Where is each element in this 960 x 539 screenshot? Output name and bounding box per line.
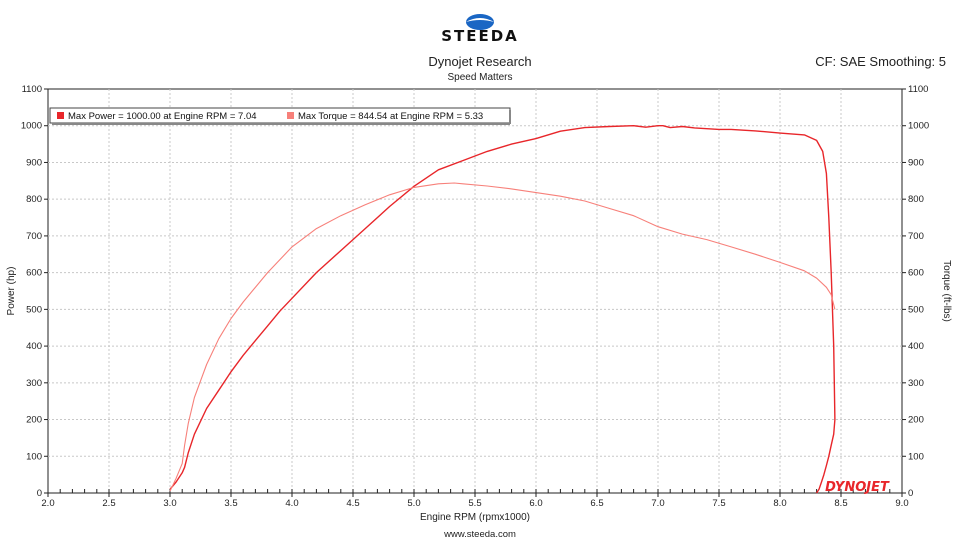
x-tick-label: 3.5 <box>224 498 237 509</box>
y-tick-label-right: 800 <box>908 194 924 205</box>
y-tick-label-left: 300 <box>26 378 42 389</box>
legend-label-torque: Max Torque = 844.54 at Engine RPM = 5.33 <box>298 111 483 122</box>
y-tick-label-left: 500 <box>26 304 42 315</box>
y-tick-label-right: 0 <box>908 488 913 499</box>
y-tick-label-left: 200 <box>26 415 42 426</box>
legend-swatch-torque <box>287 112 294 119</box>
y-tick-label-left: 600 <box>26 268 42 279</box>
x-tick-label: 5.5 <box>468 498 481 509</box>
y-tick-label-left: 1000 <box>21 121 42 132</box>
chart-title: Dynojet Research <box>428 54 531 69</box>
y-axis-right-label: Torque (ft-lbs) <box>941 260 952 322</box>
grid <box>48 89 902 493</box>
y-tick-label-right: 100 <box>908 451 924 462</box>
y-tick-label-right: 900 <box>908 157 924 168</box>
y-tick-label-left: 700 <box>26 231 42 242</box>
y-tick-label-right: 700 <box>908 231 924 242</box>
x-tick-label: 6.0 <box>529 498 542 509</box>
x-tick-label: 4.5 <box>346 498 359 509</box>
x-tick-label: 8.0 <box>773 498 786 509</box>
x-tick-label: 4.0 <box>285 498 298 509</box>
legend-swatch-power <box>57 112 64 119</box>
x-tick-label: 5.0 <box>407 498 420 509</box>
y-tick-label-left: 800 <box>26 194 42 205</box>
chart-subtitle: Speed Matters <box>447 72 512 83</box>
legend: Max Power = 1000.00 at Engine RPM = 7.04… <box>49 107 511 125</box>
dyno-chart: STEEDA Dynojet Research Speed Matters CF… <box>6 14 952 539</box>
x-tick-label: 7.0 <box>651 498 664 509</box>
y-tick-label-right: 500 <box>908 304 924 315</box>
x-tick-label: 2.5 <box>102 498 115 509</box>
steeda-logo-text: STEEDA <box>441 27 519 45</box>
x-tick-label: 2.0 <box>41 498 54 509</box>
y-tick-label-right: 400 <box>908 341 924 352</box>
dynojet-logo: DYNOJET <box>825 480 890 495</box>
x-tick-label: 9.0 <box>895 498 908 509</box>
x-axis-label: Engine RPM (rpmx1000) <box>420 512 530 523</box>
footer-website: www.steeda.com <box>443 529 516 539</box>
y-tick-label-left: 1100 <box>22 84 42 95</box>
x-tick-label: 7.5 <box>712 498 725 509</box>
legend-label-power: Max Power = 1000.00 at Engine RPM = 7.04 <box>68 111 257 122</box>
y-tick-label-left: 400 <box>26 341 42 352</box>
x-tick-label: 3.0 <box>163 498 176 509</box>
y-tick-label-right: 600 <box>908 268 924 279</box>
torque-curve <box>169 182 836 492</box>
y-tick-label-left: 900 <box>26 157 42 168</box>
y-tick-label-right: 200 <box>908 415 924 426</box>
steeda-logo: STEEDA <box>441 14 519 45</box>
y-axis-left-label: Power (hp) <box>6 267 17 316</box>
y-tick-label-left: 100 <box>26 451 42 462</box>
y-tick-label-right: 1000 <box>908 121 929 132</box>
y-tick-label-right: 1100 <box>908 84 928 95</box>
y-tick-label-right: 300 <box>908 378 924 389</box>
correction-factor-label: CF: SAE Smoothing: 5 <box>815 54 946 69</box>
x-tick-label: 6.5 <box>590 498 603 509</box>
x-tick-label: 8.5 <box>834 498 847 509</box>
